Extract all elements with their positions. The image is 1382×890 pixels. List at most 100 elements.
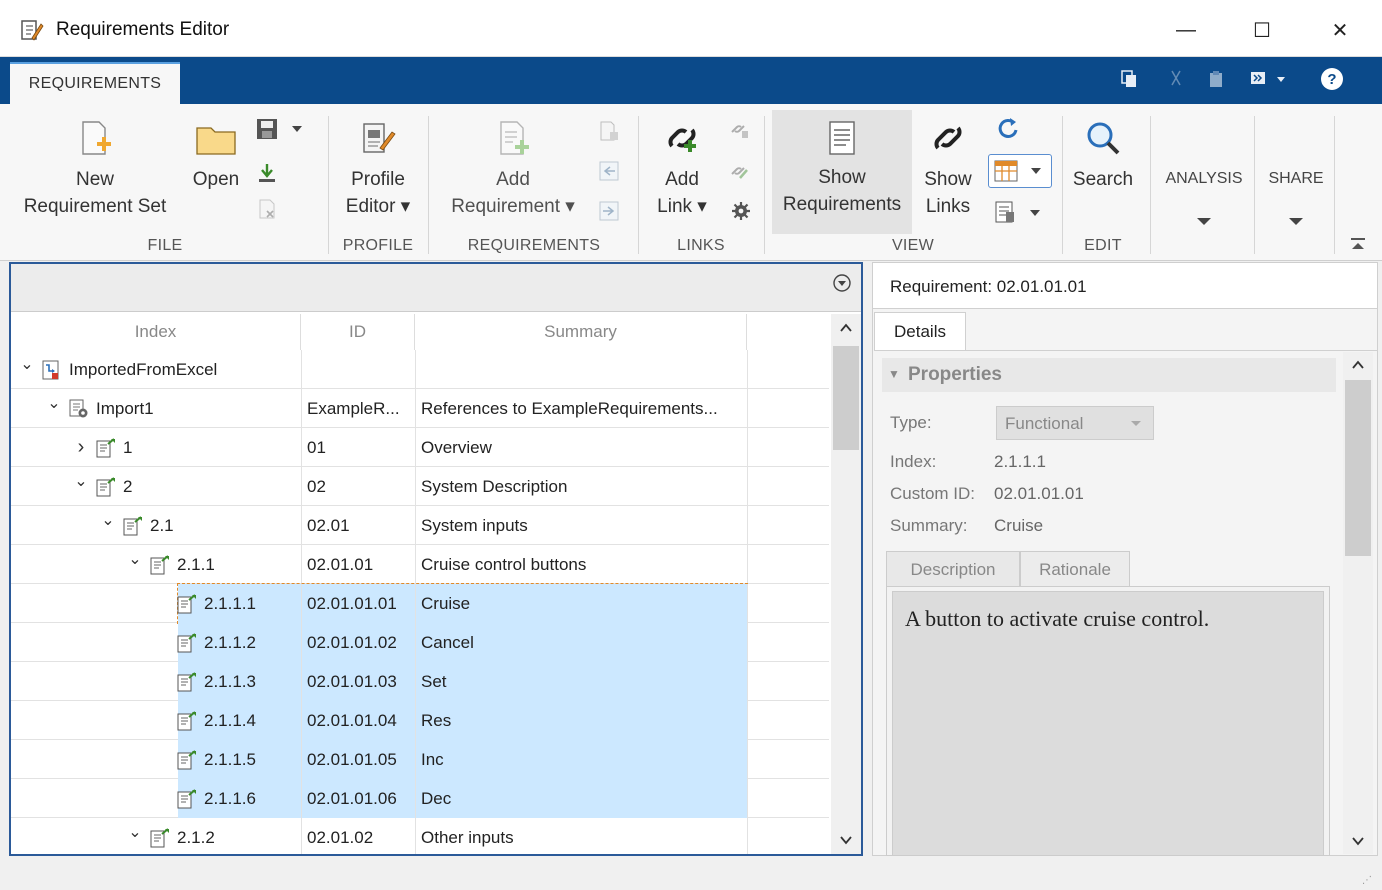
add-requirement-button[interactable]: Add Requirement ▾: [442, 118, 584, 220]
scroll-thumb[interactable]: [833, 346, 859, 450]
type-dropdown[interactable]: Functional: [996, 406, 1154, 440]
maximize-button[interactable]: ☐: [1242, 12, 1282, 48]
scroll-down-arrow-icon[interactable]: [1351, 836, 1365, 846]
details-vertical-scrollbar[interactable]: [1343, 352, 1373, 854]
new-label-line1: New: [75, 169, 114, 190]
tree-vertical-scrollbar[interactable]: [831, 314, 861, 854]
column-header-index[interactable]: Index: [11, 314, 301, 350]
summary-value: Cruise: [994, 516, 1044, 535]
requirement-icon: [150, 828, 169, 848]
column-header-summary[interactable]: Summary: [415, 314, 747, 350]
requirement-icon: [96, 477, 115, 497]
save-button[interactable]: [254, 116, 304, 147]
cell-id: 02.01.01: [307, 555, 374, 574]
show-requirements-button[interactable]: Show Requirements: [772, 110, 912, 234]
requirement-icon: [177, 711, 196, 731]
tab-details[interactable]: Details: [874, 312, 966, 350]
collapse-chevron-icon[interactable]: ⌄: [100, 501, 116, 540]
collapse-chevron-icon[interactable]: ⌄: [19, 345, 35, 384]
open-button[interactable]: Open: [186, 118, 246, 193]
cell-summary: Overview: [421, 438, 492, 457]
cell-divider: [415, 389, 416, 428]
cut-icon[interactable]: [1162, 65, 1190, 93]
columns-icon: [994, 160, 1041, 182]
collapse-chevron-icon[interactable]: ⌄: [73, 462, 89, 501]
profile-editor-button[interactable]: Profile Editor ▾: [336, 118, 420, 220]
tree-row[interactable]: 2.1.1.1 02.01.01.01 Cruise: [11, 583, 829, 624]
scroll-down-arrow-icon[interactable]: [831, 832, 861, 850]
scroll-up-arrow-icon[interactable]: [831, 320, 861, 336]
status-bar: ⋰: [0, 856, 1382, 890]
column-header-id[interactable]: ID: [301, 314, 415, 350]
delete-requirement-button[interactable]: [598, 120, 620, 147]
scroll-thumb[interactable]: [1345, 380, 1371, 556]
refresh-button[interactable]: [994, 114, 1022, 147]
new-requirement-set-button[interactable]: New Requirement Set: [18, 118, 172, 220]
tree-row[interactable]: › 1 01 Overview: [11, 428, 829, 467]
requirements-editor-app-icon: [21, 20, 44, 41]
description-editor[interactable]: A button to activate cruise control.: [892, 591, 1324, 856]
copy-icon[interactable]: [1115, 65, 1143, 93]
delete-link-button[interactable]: [728, 118, 750, 145]
collapse-chevron-icon[interactable]: ⌄: [127, 813, 143, 852]
scroll-up-arrow-icon[interactable]: [1351, 360, 1365, 370]
separator: [638, 116, 639, 254]
add-requirement-label-line1: Add: [496, 169, 530, 190]
display-options-dropdown[interactable]: [990, 198, 1052, 233]
group-label-requirements: REQUIREMENTS: [467, 237, 601, 254]
tab-description[interactable]: Description: [886, 551, 1020, 587]
tree-row[interactable]: ⌄ Import1 ExampleR... References to Example…: [11, 389, 829, 428]
tree-row[interactable]: ⌄ 2 02 System Description: [11, 467, 829, 506]
tab-requirements[interactable]: REQUIREMENTS: [10, 62, 180, 104]
link-settings-button[interactable]: [730, 200, 752, 227]
analysis-menu[interactable]: ANALYSIS: [1158, 170, 1250, 250]
show-links-label-line1: Show: [924, 169, 972, 190]
tree-row[interactable]: 2.1.1.5 02.01.01.05 Inc: [11, 740, 829, 779]
window-title: Requirements Editor: [56, 19, 230, 40]
tree-row[interactable]: ⌄ 2.1.2 02.01.02 Other inputs: [11, 818, 829, 854]
search-button[interactable]: Search: [1068, 118, 1138, 193]
tab-rationale[interactable]: Rationale: [1020, 551, 1130, 587]
requirement-icon: [96, 438, 115, 458]
collapse-chevron-icon[interactable]: ⌄: [127, 540, 143, 579]
custom-id-label: Custom ID:: [890, 484, 976, 503]
cell-summary: Cruise: [421, 594, 471, 613]
demote-button[interactable]: [598, 160, 620, 187]
cell-id: [307, 350, 413, 389]
tree-row[interactable]: 2.1.1.4 02.01.01.04 Res: [11, 701, 829, 740]
close-set-button[interactable]: [256, 198, 278, 225]
close-button[interactable]: ✕: [1320, 12, 1360, 48]
collapse-chevron-icon[interactable]: ⌄: [46, 384, 62, 423]
tree-options-button[interactable]: [832, 273, 852, 298]
tree-row[interactable]: 2.1.1.2 02.01.01.02 Cancel: [11, 623, 829, 662]
import-button[interactable]: [256, 162, 278, 189]
add-link-button[interactable]: Add Link ▾: [652, 118, 712, 220]
new-label-line2: Requirement Set: [23, 196, 167, 217]
tree-row[interactable]: ⌄ ImportedFromExcel: [11, 350, 829, 389]
show-links-button[interactable]: Show Links: [918, 118, 978, 220]
analysis-label: ANALYSIS: [1165, 170, 1243, 187]
promote-button[interactable]: [598, 200, 620, 227]
search-label: Search: [1072, 169, 1134, 190]
properties-section-header[interactable]: ▼ Properties: [882, 358, 1336, 392]
cell-divider: [415, 779, 416, 818]
cell-id: 02.01.01.05: [307, 750, 397, 769]
resize-grip-icon[interactable]: ⋰: [1362, 875, 1372, 886]
help-icon[interactable]: ?: [1318, 65, 1346, 93]
tree-row[interactable]: ⌄ 2.1.1 02.01.01 Cruise control buttons: [11, 545, 829, 584]
cell-id: 02.01.01.03: [307, 672, 397, 691]
columns-dropdown[interactable]: [988, 154, 1052, 188]
cell-summary: Cruise control buttons: [421, 555, 587, 574]
cell-divider: [301, 467, 302, 506]
quick-access-menu-icon[interactable]: [1244, 65, 1294, 93]
chevron-down-icon: [1197, 218, 1211, 225]
paste-icon[interactable]: [1202, 65, 1230, 93]
cell-id: 02.01.01.06: [307, 789, 397, 808]
cell-id: 02: [307, 477, 326, 496]
cell-index: 2.1.1.4: [204, 711, 256, 730]
collapse-ribbon-button[interactable]: [1348, 236, 1368, 257]
share-menu[interactable]: SHARE: [1260, 170, 1332, 250]
tree-row[interactable]: 2.1.1.3 02.01.01.03 Set: [11, 662, 829, 701]
edit-link-button[interactable]: [728, 160, 750, 187]
minimize-button[interactable]: —: [1166, 12, 1206, 48]
